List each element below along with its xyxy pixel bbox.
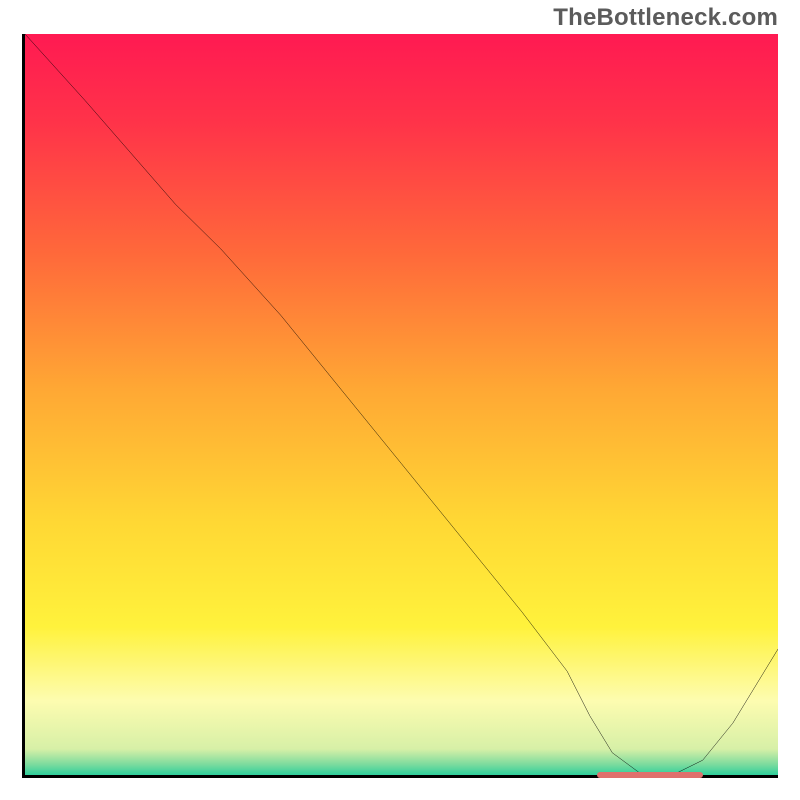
watermark-label: TheBottleneck.com [553,4,778,32]
plot-area [22,34,778,778]
bottleneck-curve [25,34,778,775]
chart-stage: TheBottleneck.com [0,0,800,800]
optimal-range-marker [597,772,702,778]
